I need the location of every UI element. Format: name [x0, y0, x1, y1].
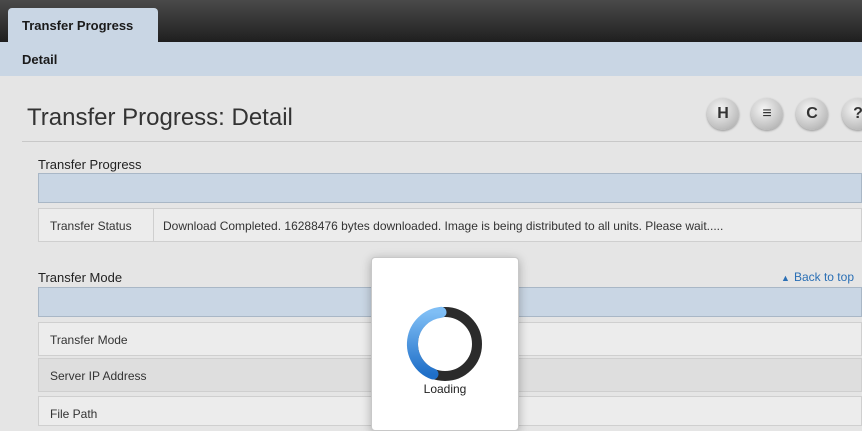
column-divider [153, 209, 154, 241]
row-label: File Path [50, 407, 98, 421]
page-title: Transfer Progress: Detail [27, 104, 293, 131]
title-divider [22, 141, 862, 142]
refresh-icon: C [806, 105, 818, 122]
help-button[interactable]: ? [842, 98, 862, 130]
sub-navigation: Detail [0, 42, 862, 76]
triangle-up-icon: ▲ [781, 273, 790, 283]
loading-spinner-icon [406, 306, 482, 381]
section-title-transfer-progress: Transfer Progress [38, 157, 142, 172]
save-icon: H [717, 105, 729, 122]
back-to-top-link[interactable]: ▲ Back to top [781, 270, 854, 284]
row-label: Transfer Mode [50, 333, 128, 347]
loading-dialog: Loading [371, 257, 519, 431]
section-header-bar [38, 173, 862, 203]
loading-label: Loading [423, 382, 467, 396]
section-title-transfer-mode: Transfer Mode [38, 270, 123, 285]
row-label: Server IP Address [50, 369, 147, 383]
back-to-top-label: Back to top [793, 270, 854, 284]
top-tab-bar: Transfer Progress [0, 0, 862, 44]
row-label: Transfer Status [50, 219, 132, 233]
print-button[interactable]: ≡ [751, 98, 783, 130]
table-row: Transfer Status Download Completed. 1628… [38, 208, 862, 242]
help-icon: ? [853, 105, 862, 122]
refresh-button[interactable]: C [796, 98, 828, 130]
save-button[interactable]: H [707, 98, 739, 130]
transfer-status-value: Download Completed. 16288476 bytes downl… [163, 219, 724, 233]
print-icon: ≡ [762, 105, 772, 122]
subnav-item-detail[interactable]: Detail [22, 52, 57, 67]
tab-transfer-progress[interactable]: Transfer Progress [8, 8, 158, 44]
